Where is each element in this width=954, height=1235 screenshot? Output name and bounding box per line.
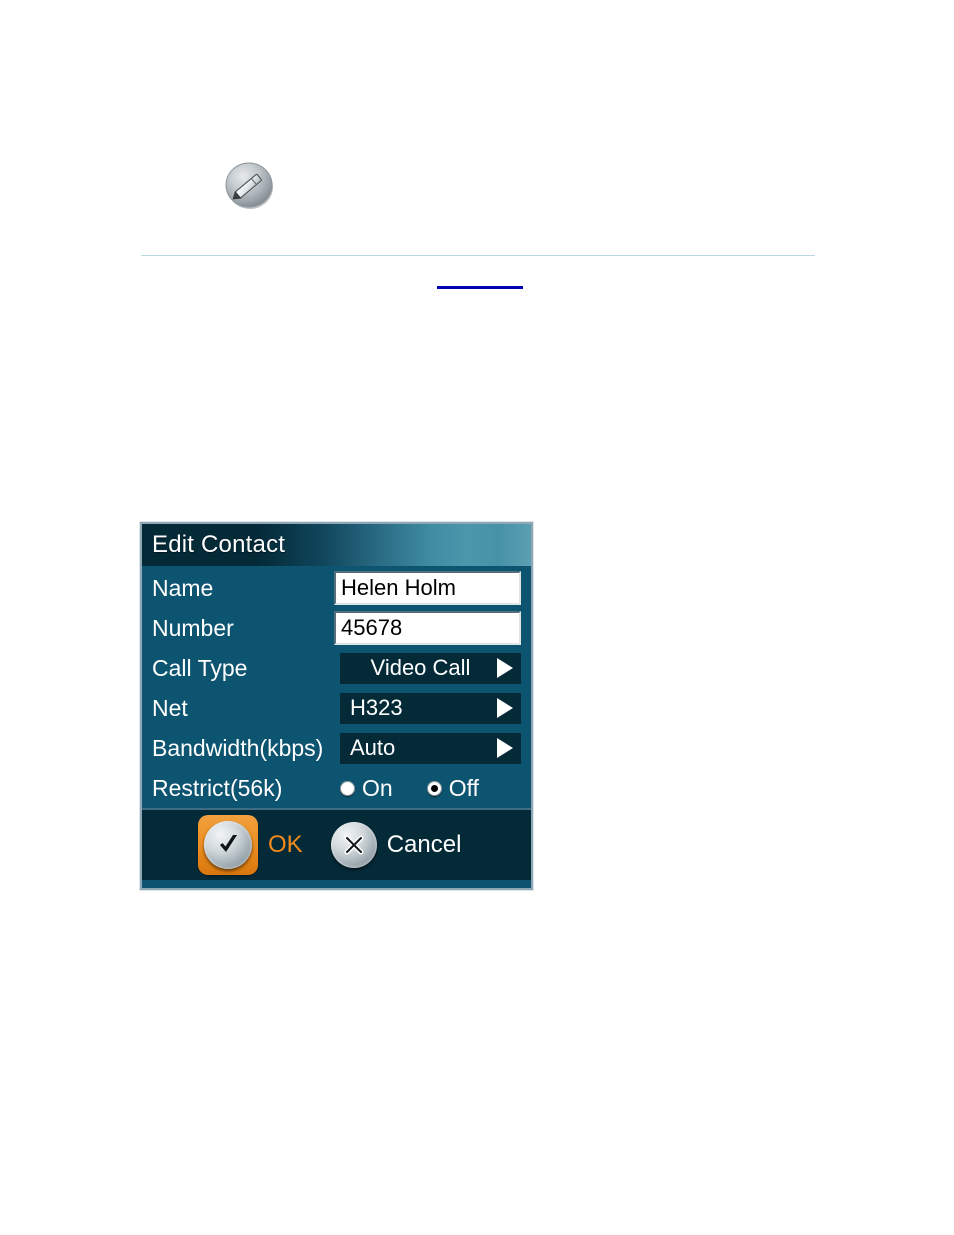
form-row-bandwidth: Bandwidth(kbps) Auto [142,728,531,768]
restrict-radio-on[interactable]: On [340,774,393,801]
form-row-call-type: Call Type Video Call [142,648,531,688]
label-call-type: Call Type [152,654,248,681]
call-type-value: Video Call [370,655,471,680]
dialog-form: Name Helen Holm Number 45678 Call Type V… [142,566,531,808]
dialog-titlebar: Edit Contact [142,524,531,566]
ok-button[interactable]: OK [198,815,303,875]
restrict-radio-group: On Off [340,774,479,801]
label-name: Name [152,574,214,601]
horizontal-divider [141,255,815,256]
dialog-title: Edit Contact [152,531,286,558]
label-bandwidth: Bandwidth(kbps) [152,734,324,761]
form-row-restrict: Restrict(56k) On Off [142,768,531,808]
edit-contact-dialog: Edit Contact Name Helen Holm Number 4567… [140,522,533,890]
chevron-right-icon [497,698,513,718]
label-restrict: Restrict(56k) [152,774,283,801]
restrict-on-label: On [362,774,393,801]
name-input[interactable]: Helen Holm [334,571,521,605]
radio-selected-icon [426,780,442,796]
chevron-right-icon [497,738,513,758]
ok-button-selection-highlight [198,815,258,875]
close-x-icon [330,822,377,868]
name-input-value: Helen Holm [341,575,456,600]
label-number: Number [152,614,234,641]
pencil-icon [222,158,276,212]
net-value: H323 [350,695,403,720]
checkmark-icon [204,821,252,869]
form-row-name: Name Helen Holm [142,568,531,608]
restrict-radio-off[interactable]: Off [426,774,479,801]
cancel-button[interactable]: Cancel [330,822,462,868]
link-underline [437,286,523,289]
cancel-button-label: Cancel [386,831,462,858]
bandwidth-select[interactable]: Auto [340,732,521,764]
net-select[interactable]: H323 [340,692,521,724]
ok-button-label: OK [268,831,303,858]
restrict-off-label: Off [448,774,479,801]
number-input-value: 45678 [341,615,403,640]
label-net: Net [152,694,188,721]
bandwidth-value: Auto [350,735,396,760]
number-input[interactable]: 45678 [334,611,521,645]
form-row-net: Net H323 [142,688,531,728]
dialog-button-bar: OK Cancel [142,808,531,880]
call-type-select[interactable]: Video Call [340,652,521,684]
chevron-right-icon [497,658,513,678]
form-row-number: Number 45678 [142,608,531,648]
radio-unselected-icon [340,780,355,796]
